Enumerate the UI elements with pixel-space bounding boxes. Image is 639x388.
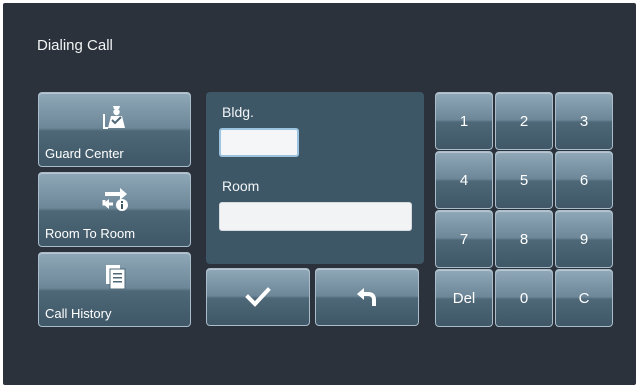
call-history-button[interactable]: Call History	[38, 252, 191, 327]
guard-center-label: Guard Center	[45, 146, 124, 161]
room-transfer-icon	[102, 188, 128, 211]
digit-key-8[interactable]: 8	[495, 210, 553, 268]
confirm-button[interactable]	[206, 268, 310, 326]
bldg-label: Bldg.	[222, 104, 254, 120]
dial-form-panel: Bldg. Room	[206, 92, 424, 264]
back-button[interactable]	[315, 268, 419, 326]
digit-key-1[interactable]: 1	[435, 92, 493, 150]
numeric-keypad: 1 2 3 4 5 6 7 8 9 Del 0 C	[435, 92, 614, 328]
room-input[interactable]	[219, 202, 412, 231]
call-history-icon	[105, 265, 125, 290]
digit-key-2[interactable]: 2	[495, 92, 553, 150]
intercom-screen: Dialing Call Guard Center Room To Room C…	[3, 3, 636, 385]
guard-icon	[102, 106, 125, 129]
bldg-input[interactable]	[219, 128, 299, 157]
room-to-room-label: Room To Room	[45, 226, 136, 241]
call-history-label: Call History	[45, 306, 112, 321]
digit-key-0[interactable]: 0	[495, 269, 553, 327]
back-arrow-icon	[357, 288, 376, 306]
digit-key-7[interactable]: 7	[435, 210, 493, 268]
digit-key-9[interactable]: 9	[555, 210, 613, 268]
digit-key-5[interactable]: 5	[495, 151, 553, 209]
digit-key-3[interactable]: 3	[555, 92, 613, 150]
digit-key-4[interactable]: 4	[435, 151, 493, 209]
room-label: Room	[222, 178, 260, 194]
room-to-room-button[interactable]: Room To Room	[38, 172, 191, 247]
clear-key[interactable]: C	[555, 269, 613, 327]
checkmark-icon	[245, 287, 271, 307]
page-title: Dialing Call	[37, 37, 113, 54]
digit-key-6[interactable]: 6	[555, 151, 613, 209]
delete-key[interactable]: Del	[435, 269, 493, 327]
guard-center-button[interactable]: Guard Center	[38, 92, 191, 167]
